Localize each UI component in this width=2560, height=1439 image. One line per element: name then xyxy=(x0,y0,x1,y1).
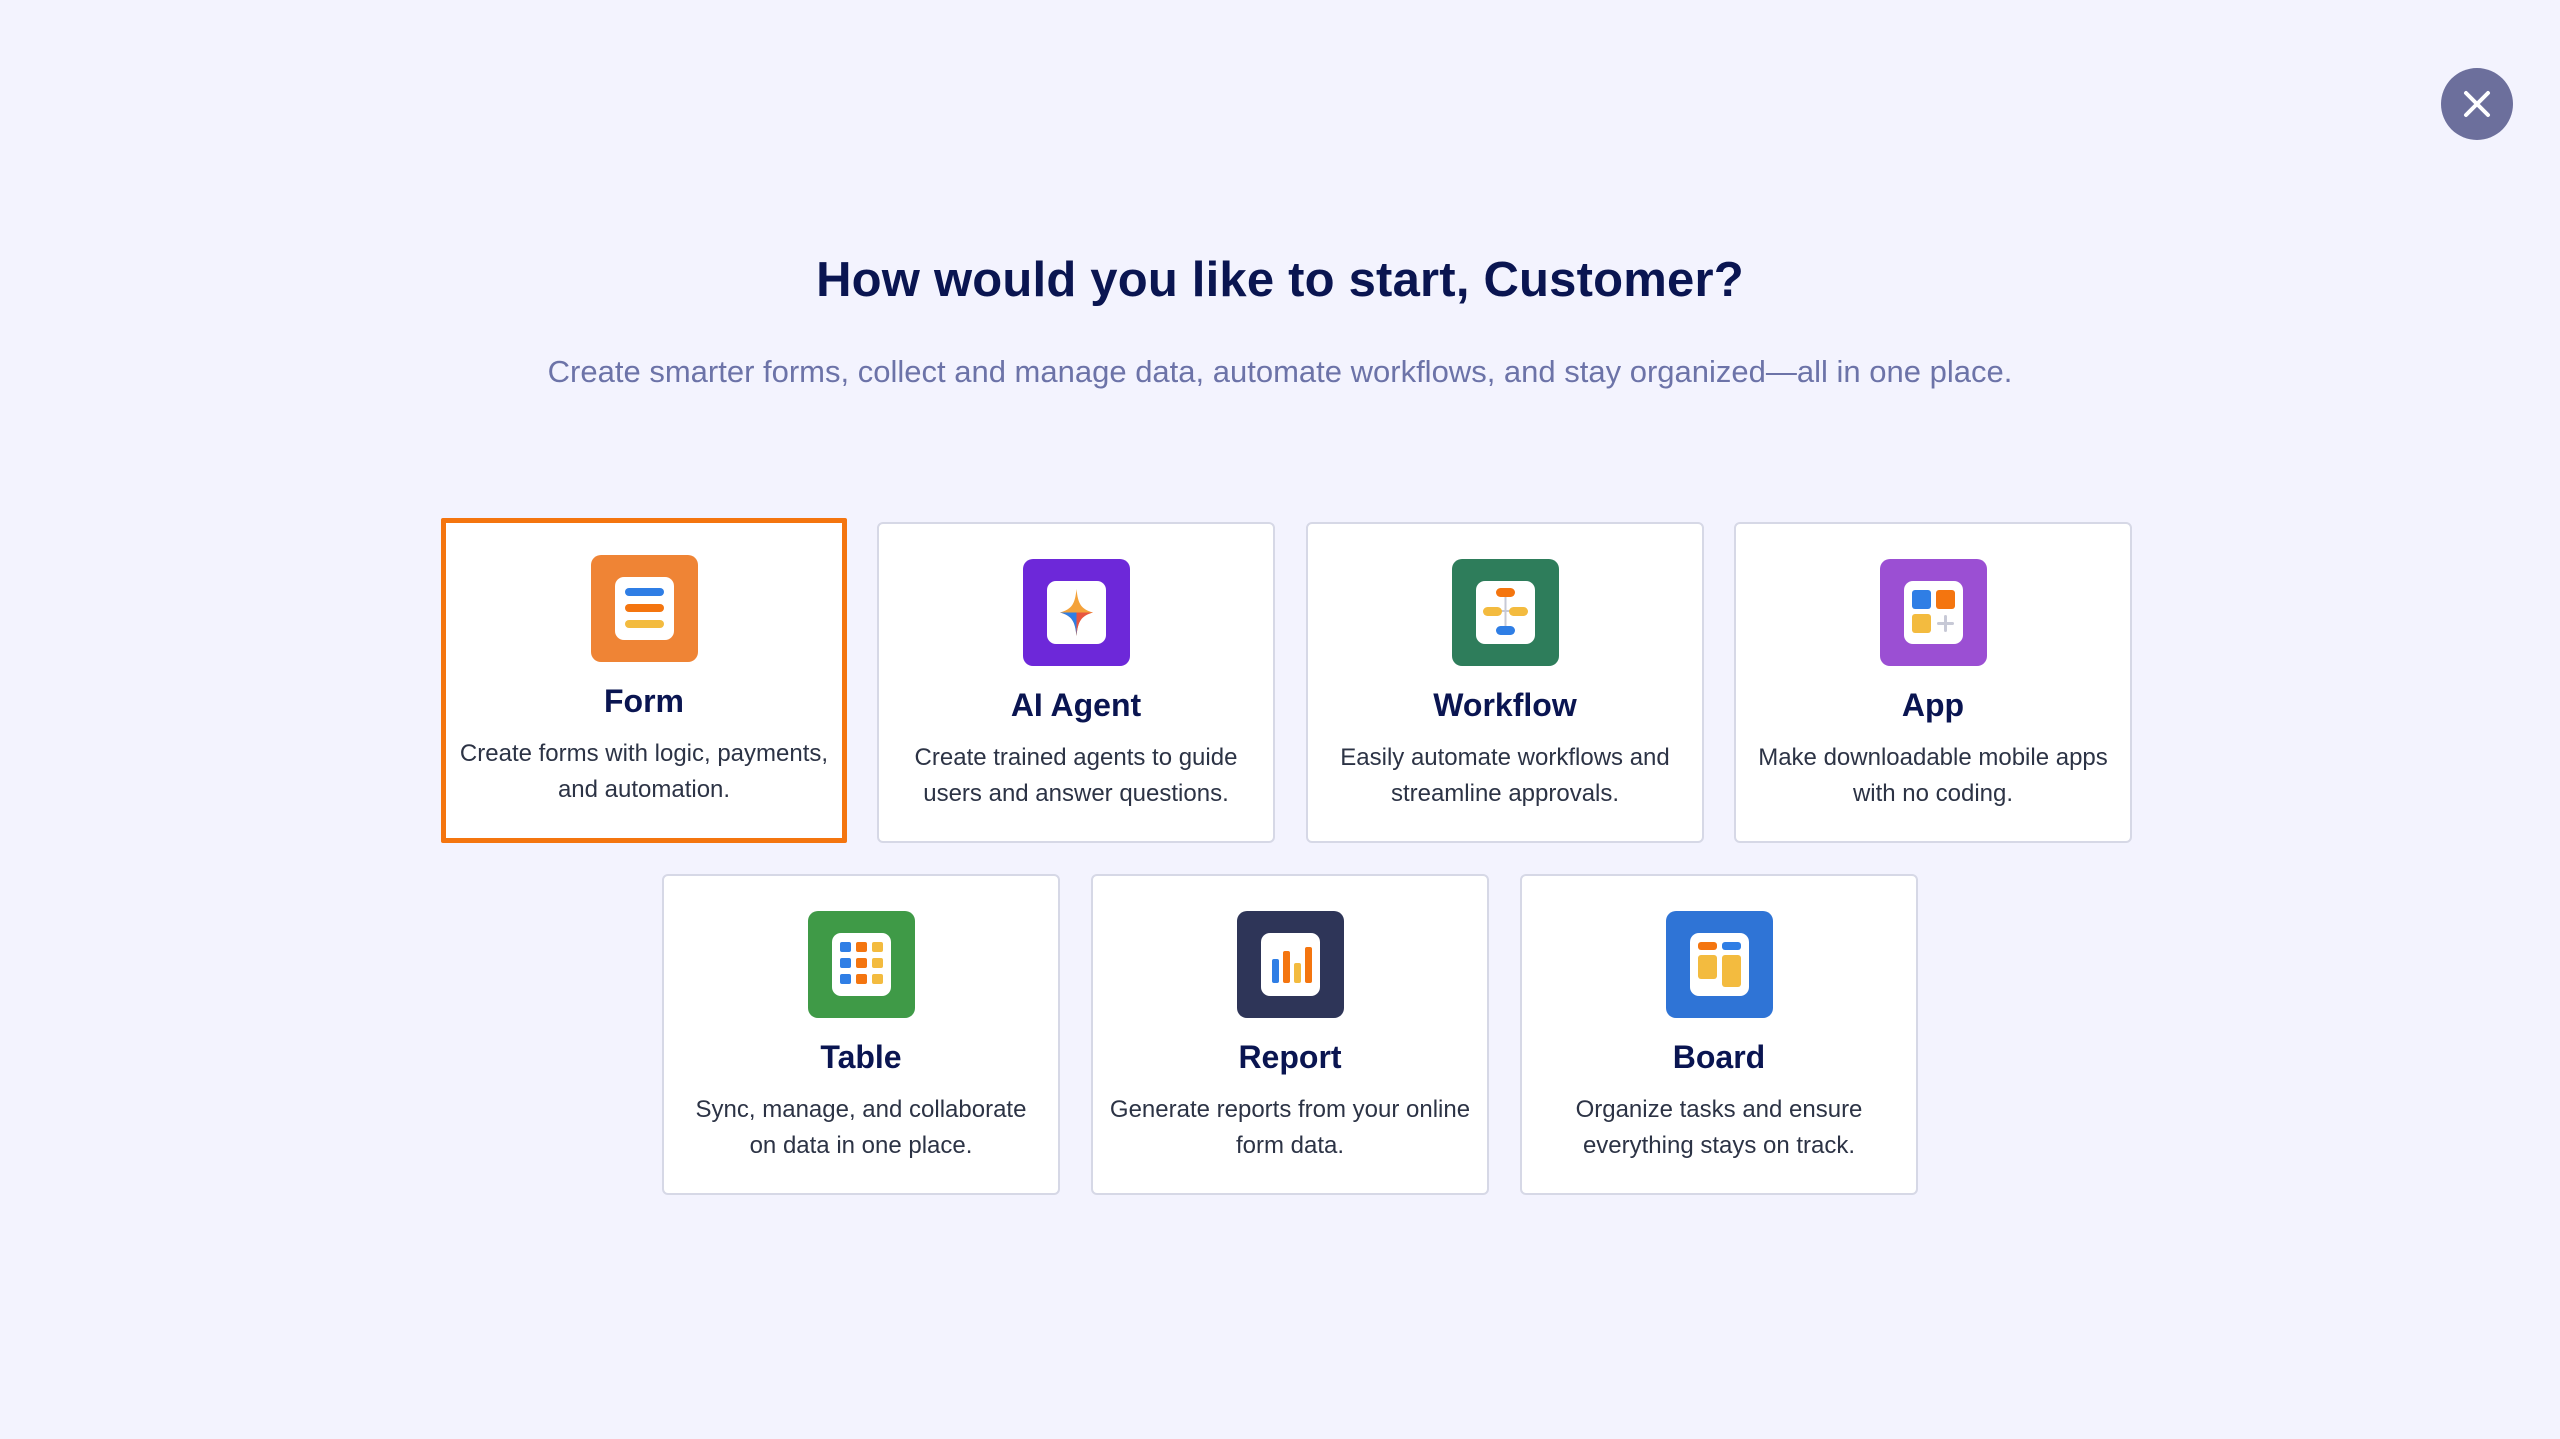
option-title: Workflow xyxy=(1433,687,1577,723)
option-card-report[interactable]: Report Generate reports from your online… xyxy=(1091,874,1489,1195)
page-subtitle: Create smarter forms, collect and manage… xyxy=(547,354,2013,389)
board-icon xyxy=(1665,911,1773,1018)
option-title: Report xyxy=(1238,1039,1342,1075)
app-icon xyxy=(1879,559,1987,666)
option-title: AI Agent xyxy=(1010,687,1142,723)
option-card-board[interactable]: Board Organize tasks and ensure everythi… xyxy=(1520,874,1918,1195)
option-description: Sync, manage, and collaborate on data in… xyxy=(695,1096,1027,1159)
option-description: Easily automate workflows and streamline… xyxy=(1340,744,1670,807)
option-title: App xyxy=(1901,687,1965,723)
option-description: Make downloadable mobile apps with no co… xyxy=(1758,744,2108,807)
option-title: Board xyxy=(1672,1039,1766,1075)
form-icon xyxy=(590,555,698,662)
workflow-icon xyxy=(1451,559,1559,666)
option-description: Create trained agents to guide users and… xyxy=(914,744,1238,807)
page-title: How would you like to start, Customer? xyxy=(816,253,1744,307)
close-button[interactable] xyxy=(2441,68,2513,140)
ai-agent-icon xyxy=(1022,559,1130,666)
option-card-form[interactable]: Form Create forms with logic, payments, … xyxy=(441,518,847,843)
close-icon xyxy=(2464,91,2490,117)
option-card-ai-agent[interactable]: AI Agent Create trained agents to guide … xyxy=(877,522,1275,843)
option-card-table[interactable]: Table Sync, manage, and collaborate on d… xyxy=(662,874,1060,1195)
option-description: Generate reports from your online form d… xyxy=(1109,1096,1471,1159)
option-title: Table xyxy=(820,1039,902,1075)
option-description: Organize tasks and ensure everything sta… xyxy=(1575,1096,1863,1159)
option-description: Create forms with logic, payments, and a… xyxy=(459,740,829,803)
option-title: Form xyxy=(604,683,684,719)
table-icon xyxy=(807,911,915,1018)
report-icon xyxy=(1236,911,1344,1018)
option-card-workflow[interactable]: Workflow Easily automate workflows and s… xyxy=(1306,522,1704,843)
option-card-app[interactable]: App Make downloadable mobile apps with n… xyxy=(1734,522,2132,843)
